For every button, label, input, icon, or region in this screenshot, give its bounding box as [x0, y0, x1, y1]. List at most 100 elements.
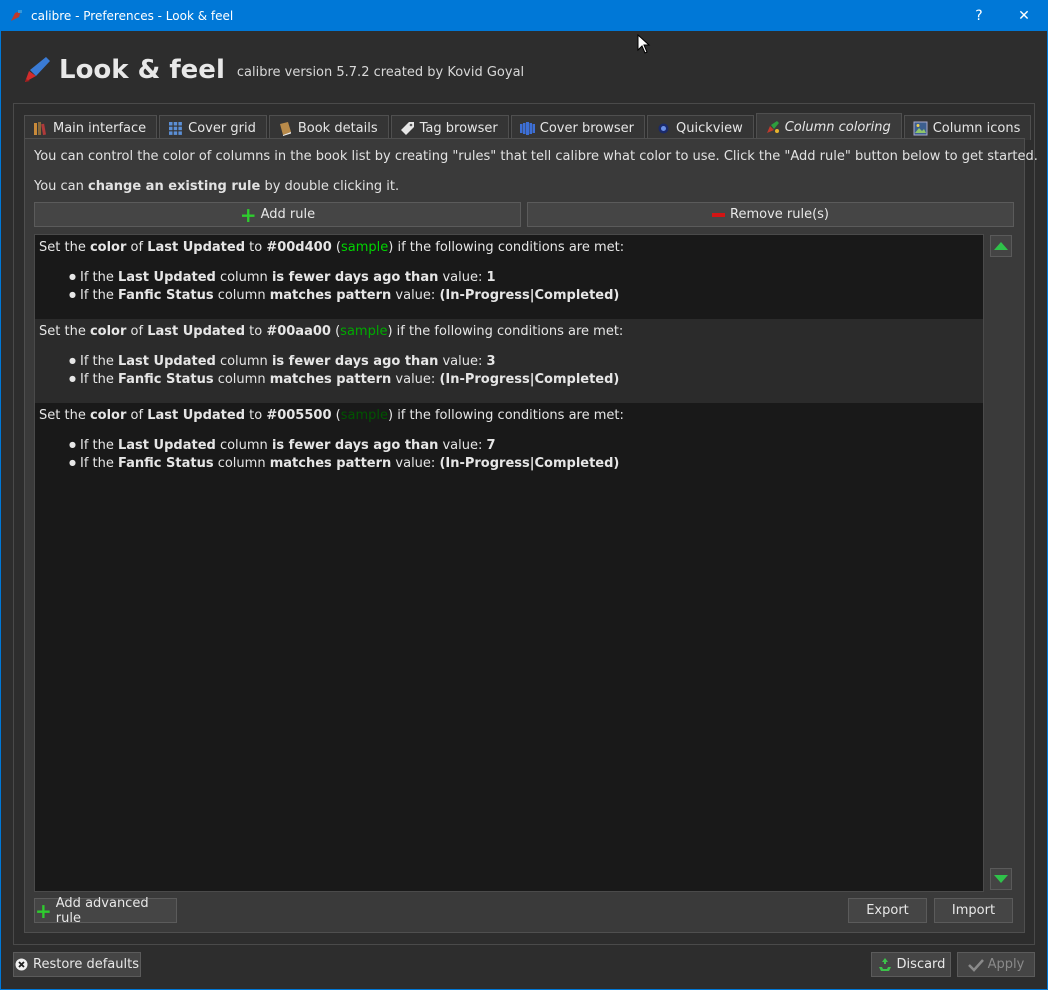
rule-color-value: #00d400	[266, 240, 332, 255]
tab-book-details[interactable]: Book details	[268, 115, 389, 140]
plus-icon: +	[35, 898, 52, 923]
add-rule-label: Add rule	[260, 207, 316, 222]
mouse-cursor-icon	[637, 34, 651, 54]
title-bar: calibre - Preferences - Look & feel ? ✕	[0, 0, 1048, 31]
intro-hint-suffix: by double clicking it.	[260, 179, 400, 194]
tab-cover-browser[interactable]: Cover browser	[510, 115, 645, 140]
tab-bar: Main interface Cover grid Book details T…	[24, 113, 1033, 140]
rule-column: Last Updated	[147, 408, 245, 423]
rule-text: ) if the following conditions are met:	[387, 408, 624, 423]
tab-label: Column icons	[932, 120, 1021, 136]
version-text: calibre version 5.7.2 created by Kovid G…	[236, 64, 525, 80]
apply-label: Apply	[987, 957, 1025, 972]
recycle-icon	[878, 957, 891, 971]
rule-text: Set the	[39, 240, 90, 255]
color-sample: sample	[340, 324, 388, 339]
page-title: Look & feel	[59, 55, 225, 85]
rule-column: Last Updated	[147, 240, 245, 255]
rule-text: Set the	[39, 408, 90, 423]
rule-text: to	[245, 324, 267, 339]
cover-browser-icon	[519, 121, 535, 136]
tab-label: Cover browser	[539, 120, 634, 136]
tab-label: Column coloring	[784, 119, 891, 135]
restore-defaults-label: Restore defaults	[33, 957, 139, 972]
intro-hint-prefix: You can	[34, 179, 89, 194]
tab-label: Tag browser	[419, 120, 498, 136]
rule-text: Set the	[39, 324, 90, 339]
list-item[interactable]: Set the color of Last Updated to #005500…	[35, 403, 983, 487]
tag-icon	[400, 121, 415, 136]
checkmark-icon	[967, 958, 984, 972]
intro-hint: You can change an existing rule by doubl…	[34, 179, 399, 194]
page-header: Look & feel calibre version 5.7.2 create…	[22, 52, 524, 88]
rule-column: Last Updated	[147, 324, 245, 339]
rule-text: ) if the following conditions are met:	[387, 324, 624, 339]
add-rule-button[interactable]: + Add rule	[34, 202, 521, 227]
brush-icon	[22, 55, 52, 85]
calibre-app-icon	[9, 9, 23, 23]
close-button[interactable]: ✕	[1001, 0, 1047, 31]
tab-cover-grid[interactable]: Cover grid	[159, 115, 267, 140]
rule-condition: If the Last Updated column is fewer days…	[69, 270, 979, 288]
export-label: Export	[866, 903, 909, 918]
discard-button[interactable]: Discard	[871, 952, 951, 977]
tab-column-coloring[interactable]: Column coloring	[755, 113, 902, 140]
minus-icon	[712, 212, 725, 217]
tab-label: Quickview	[676, 120, 743, 136]
tab-quickview[interactable]: Quickview	[647, 115, 754, 140]
rule-text: ) if the following conditions are met:	[388, 240, 625, 255]
rule-text: of	[126, 240, 148, 255]
rule-text: (	[331, 408, 341, 423]
add-advanced-rule-button[interactable]: + Add advanced rule	[34, 895, 177, 926]
rule-text: (	[331, 240, 341, 255]
arrow-up-icon	[994, 242, 1008, 250]
discard-label: Discard	[896, 957, 946, 972]
import-label: Import	[951, 903, 996, 918]
tab-label: Cover grid	[188, 120, 256, 136]
intro-text: You can control the color of columns in …	[34, 149, 1038, 164]
rule-condition: If the Fanfic Status column matches patt…	[69, 288, 979, 306]
eye-icon	[656, 121, 671, 136]
remove-rules-label: Remove rule(s)	[730, 207, 829, 222]
rule-text: of	[126, 408, 148, 423]
rules-list[interactable]: Set the color of Last Updated to #00d400…	[34, 234, 984, 892]
help-button[interactable]: ?	[956, 0, 1002, 31]
book-icon	[278, 121, 293, 136]
move-up-button[interactable]	[990, 235, 1012, 257]
tab-tag-browser[interactable]: Tag browser	[390, 115, 509, 140]
rule-condition: If the Last Updated column is fewer days…	[69, 354, 979, 372]
rule-condition: If the Fanfic Status column matches patt…	[69, 456, 979, 474]
restore-defaults-button[interactable]: Restore defaults	[13, 952, 141, 977]
rule-color-value: #00aa00	[266, 324, 331, 339]
intro-hint-bold: change an existing rule	[88, 179, 261, 194]
x-circle-icon	[15, 958, 28, 971]
rule-keyword: color	[89, 408, 127, 423]
rule-color-value: #005500	[266, 408, 332, 423]
rule-keyword: color	[89, 240, 127, 255]
rule-text: to	[245, 240, 267, 255]
tab-label: Main interface	[53, 120, 147, 136]
window-title: calibre - Preferences - Look & feel	[31, 8, 234, 23]
rule-text: (	[330, 324, 341, 339]
rule-keyword: color	[89, 324, 127, 339]
rule-text: to	[245, 408, 267, 423]
image-icon	[913, 121, 928, 136]
arrow-down-icon	[994, 875, 1008, 883]
import-button[interactable]: Import	[934, 898, 1013, 923]
rule-text: of	[126, 324, 148, 339]
tab-main-interface[interactable]: Main interface	[24, 115, 158, 140]
list-item[interactable]: Set the color of Last Updated to #00aa00…	[35, 319, 983, 403]
add-advanced-rule-label: Add advanced rule	[55, 895, 149, 926]
remove-rules-button[interactable]: Remove rule(s)	[527, 202, 1014, 227]
color-sample: sample	[340, 240, 389, 255]
plus-icon: +	[239, 202, 257, 227]
tab-label: Book details	[297, 120, 378, 136]
move-down-button[interactable]	[990, 868, 1012, 890]
color-sample: sample	[340, 408, 388, 423]
palette-icon	[765, 120, 780, 135]
tab-column-icons[interactable]: Column icons	[903, 115, 1032, 140]
apply-button[interactable]: Apply	[957, 952, 1035, 977]
export-button[interactable]: Export	[848, 898, 927, 923]
list-item[interactable]: Set the color of Last Updated to #00d400…	[35, 235, 983, 319]
rule-condition: If the Fanfic Status column matches patt…	[69, 372, 979, 390]
